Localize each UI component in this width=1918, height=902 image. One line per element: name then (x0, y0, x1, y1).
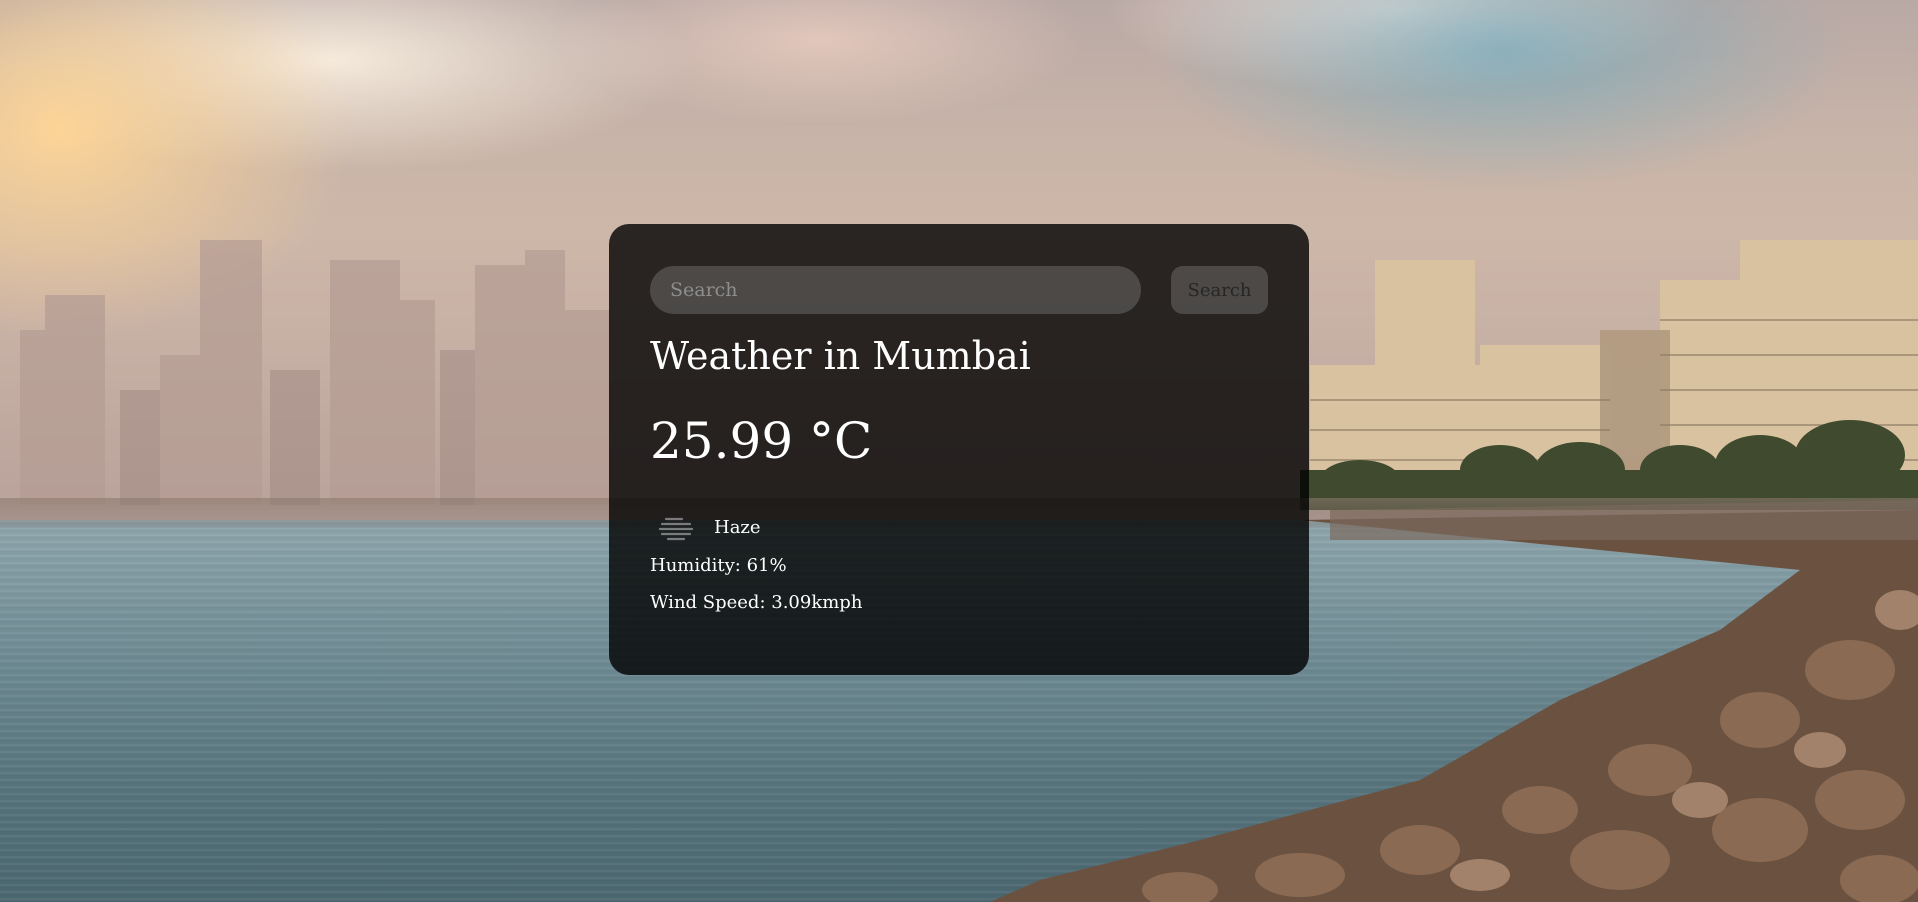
temperature: 25.99 °C (650, 411, 873, 470)
weather-condition: Haze (650, 513, 1268, 543)
city-title: Weather in Mumbai (650, 334, 1031, 378)
search-bar: Search (650, 266, 1268, 314)
wind-speed: Wind Speed: 3.09kmph (650, 591, 863, 613)
search-button[interactable]: Search (1171, 266, 1268, 314)
haze-icon (658, 517, 694, 540)
weather-description: Haze (714, 517, 761, 539)
search-input[interactable] (650, 266, 1141, 314)
weather-card: Search Weather in Mumbai 25.99 °C Haze H… (609, 224, 1309, 675)
humidity: Humidity: 61% (650, 554, 787, 576)
